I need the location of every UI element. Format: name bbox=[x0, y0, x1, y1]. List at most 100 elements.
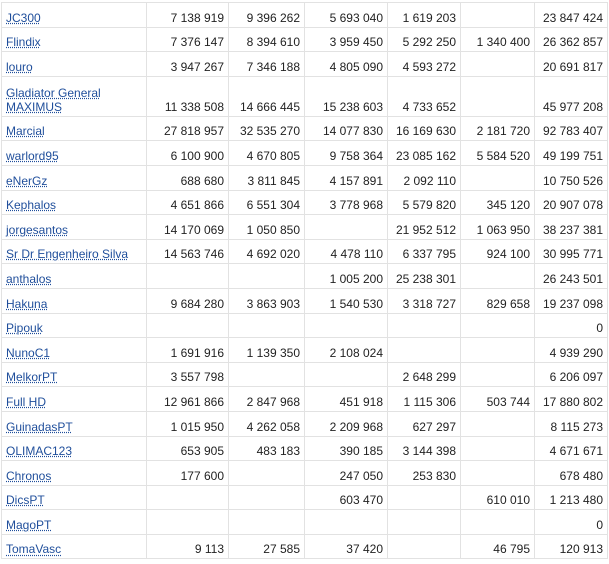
value-cell bbox=[146, 509, 229, 535]
player-link[interactable]: warlord95 bbox=[6, 149, 59, 163]
value-cell: 15 238 603 bbox=[304, 75, 388, 117]
total-cell: 26 362 857 bbox=[534, 26, 608, 53]
value-cell: 3 811 845 bbox=[228, 164, 305, 191]
player-link[interactable]: Marcial bbox=[6, 124, 45, 138]
value-cell: 177 600 bbox=[146, 460, 229, 486]
player-cell: NunoC1 bbox=[1, 337, 147, 363]
value-cell bbox=[460, 410, 535, 437]
value-cell: 37 420 bbox=[304, 533, 388, 560]
value-cell bbox=[460, 263, 535, 289]
player-link[interactable]: MagoPT bbox=[6, 518, 51, 532]
player-link[interactable]: Full HD bbox=[6, 395, 46, 409]
player-link[interactable]: Sr Dr Engenheiro Silva bbox=[6, 247, 128, 261]
value-cell: 5 693 040 bbox=[304, 2, 388, 28]
player-cell: JC300 bbox=[1, 2, 147, 28]
value-cell bbox=[228, 361, 305, 388]
value-cell bbox=[146, 484, 229, 511]
value-cell: 503 744 bbox=[460, 386, 535, 412]
total-cell: 8 115 273 bbox=[534, 410, 608, 437]
total-cell: 17 880 802 bbox=[534, 386, 608, 412]
value-cell: 1 691 916 bbox=[146, 337, 229, 363]
value-cell: 483 183 bbox=[228, 435, 305, 462]
value-cell: 4 478 110 bbox=[304, 238, 388, 265]
value-cell: 21 952 512 bbox=[387, 214, 461, 240]
player-stats-table: JC300 7 138 919 9 396 262 5 693 040 1 619 20… bbox=[1, 2, 608, 560]
total-cell: 20 907 078 bbox=[534, 189, 608, 216]
player-cell: Hakuna bbox=[1, 287, 147, 314]
player-link[interactable]: TomaVasc bbox=[6, 542, 61, 556]
value-cell: 1 115 306 bbox=[387, 386, 461, 412]
value-cell bbox=[460, 312, 535, 339]
player-cell: warlord95 bbox=[1, 140, 147, 166]
value-cell: 924 100 bbox=[460, 238, 535, 265]
value-cell: 3 318 727 bbox=[387, 287, 461, 314]
table-row: MagoPT 0 bbox=[1, 509, 608, 535]
player-link[interactable]: DicsPT bbox=[6, 493, 45, 507]
value-cell: 3 947 267 bbox=[146, 51, 229, 77]
value-cell: 345 120 bbox=[460, 189, 535, 216]
player-cell: TomaVasc bbox=[1, 533, 147, 560]
value-cell: 4 157 891 bbox=[304, 164, 388, 191]
value-cell bbox=[304, 312, 388, 339]
total-cell: 10 750 526 bbox=[534, 164, 608, 191]
value-cell: 11 338 508 bbox=[146, 75, 229, 117]
value-cell bbox=[387, 337, 461, 363]
table-body: JC300 7 138 919 9 396 262 5 693 040 1 619 20… bbox=[1, 2, 608, 560]
value-cell: 2 181 720 bbox=[460, 115, 535, 142]
total-cell: 45 977 208 bbox=[534, 75, 608, 117]
value-cell: 3 557 798 bbox=[146, 361, 229, 388]
value-cell: 603 470 bbox=[304, 484, 388, 511]
player-link[interactable]: Chronos bbox=[6, 469, 51, 483]
value-cell: 27 585 bbox=[228, 533, 305, 560]
value-cell bbox=[146, 263, 229, 289]
value-cell: 16 169 630 bbox=[387, 115, 461, 142]
total-cell: 120 913 bbox=[534, 533, 608, 560]
table-row: TomaVasc 9 113 27 585 37 420 46 795 120 913 bbox=[1, 533, 608, 560]
value-cell: 14 077 830 bbox=[304, 115, 388, 142]
player-link[interactable]: Flindix bbox=[6, 35, 41, 49]
value-cell bbox=[387, 484, 461, 511]
player-link[interactable]: Pipouk bbox=[6, 321, 43, 335]
value-cell: 4 733 652 bbox=[387, 75, 461, 117]
value-cell: 14 170 069 bbox=[146, 214, 229, 240]
value-cell: 829 658 bbox=[460, 287, 535, 314]
total-cell: 4 671 671 bbox=[534, 435, 608, 462]
table-row: warlord95 6 100 900 4 670 805 9 758 364 23 0… bbox=[1, 140, 608, 166]
player-link[interactable]: MelkorPT bbox=[6, 370, 57, 384]
value-cell: 451 918 bbox=[304, 386, 388, 412]
value-cell: 1 015 950 bbox=[146, 410, 229, 437]
player-link[interactable]: Kephalos bbox=[6, 198, 56, 212]
table-row: Sr Dr Engenheiro Silva 14 563 746 4 692 02… bbox=[1, 238, 608, 265]
value-cell: 610 010 bbox=[460, 484, 535, 511]
table-row: Gladiator General MAXIMUS 11 338 508 14 66… bbox=[1, 75, 608, 117]
player-link[interactable]: anthalos bbox=[6, 272, 51, 286]
value-cell: 390 185 bbox=[304, 435, 388, 462]
table-row: louro 3 947 267 7 346 188 4 805 090 4 593 27… bbox=[1, 51, 608, 77]
value-cell: 9 396 262 bbox=[228, 2, 305, 28]
player-link[interactable]: jorgesantos bbox=[6, 223, 68, 237]
player-cell: OLIMAC123 bbox=[1, 435, 147, 462]
player-link[interactable]: Gladiator General MAXIMUS bbox=[6, 86, 101, 114]
value-cell bbox=[228, 509, 305, 535]
player-link[interactable]: Hakuna bbox=[6, 297, 47, 311]
player-link[interactable]: eNerGz bbox=[6, 174, 47, 188]
player-link[interactable]: GuinadasPT bbox=[6, 420, 73, 434]
player-link[interactable]: OLIMAC123 bbox=[6, 444, 72, 458]
value-cell bbox=[228, 484, 305, 511]
player-cell: Chronos bbox=[1, 460, 147, 486]
player-link[interactable]: louro bbox=[6, 60, 33, 74]
value-cell: 32 535 270 bbox=[228, 115, 305, 142]
value-cell: 4 651 866 bbox=[146, 189, 229, 216]
value-cell: 1 540 530 bbox=[304, 287, 388, 314]
player-cell: Pipouk bbox=[1, 312, 147, 339]
table-row: GuinadasPT 1 015 950 4 262 058 2 209 968 627… bbox=[1, 410, 608, 437]
value-cell bbox=[304, 509, 388, 535]
value-cell: 23 085 162 bbox=[387, 140, 461, 166]
player-cell: Sr Dr Engenheiro Silva bbox=[1, 238, 147, 265]
player-cell: louro bbox=[1, 51, 147, 77]
player-link[interactable]: NunoC1 bbox=[6, 346, 50, 360]
total-cell: 0 bbox=[534, 312, 608, 339]
player-cell: Flindix bbox=[1, 26, 147, 53]
total-cell: 6 206 097 bbox=[534, 361, 608, 388]
player-link[interactable]: JC300 bbox=[6, 11, 41, 25]
